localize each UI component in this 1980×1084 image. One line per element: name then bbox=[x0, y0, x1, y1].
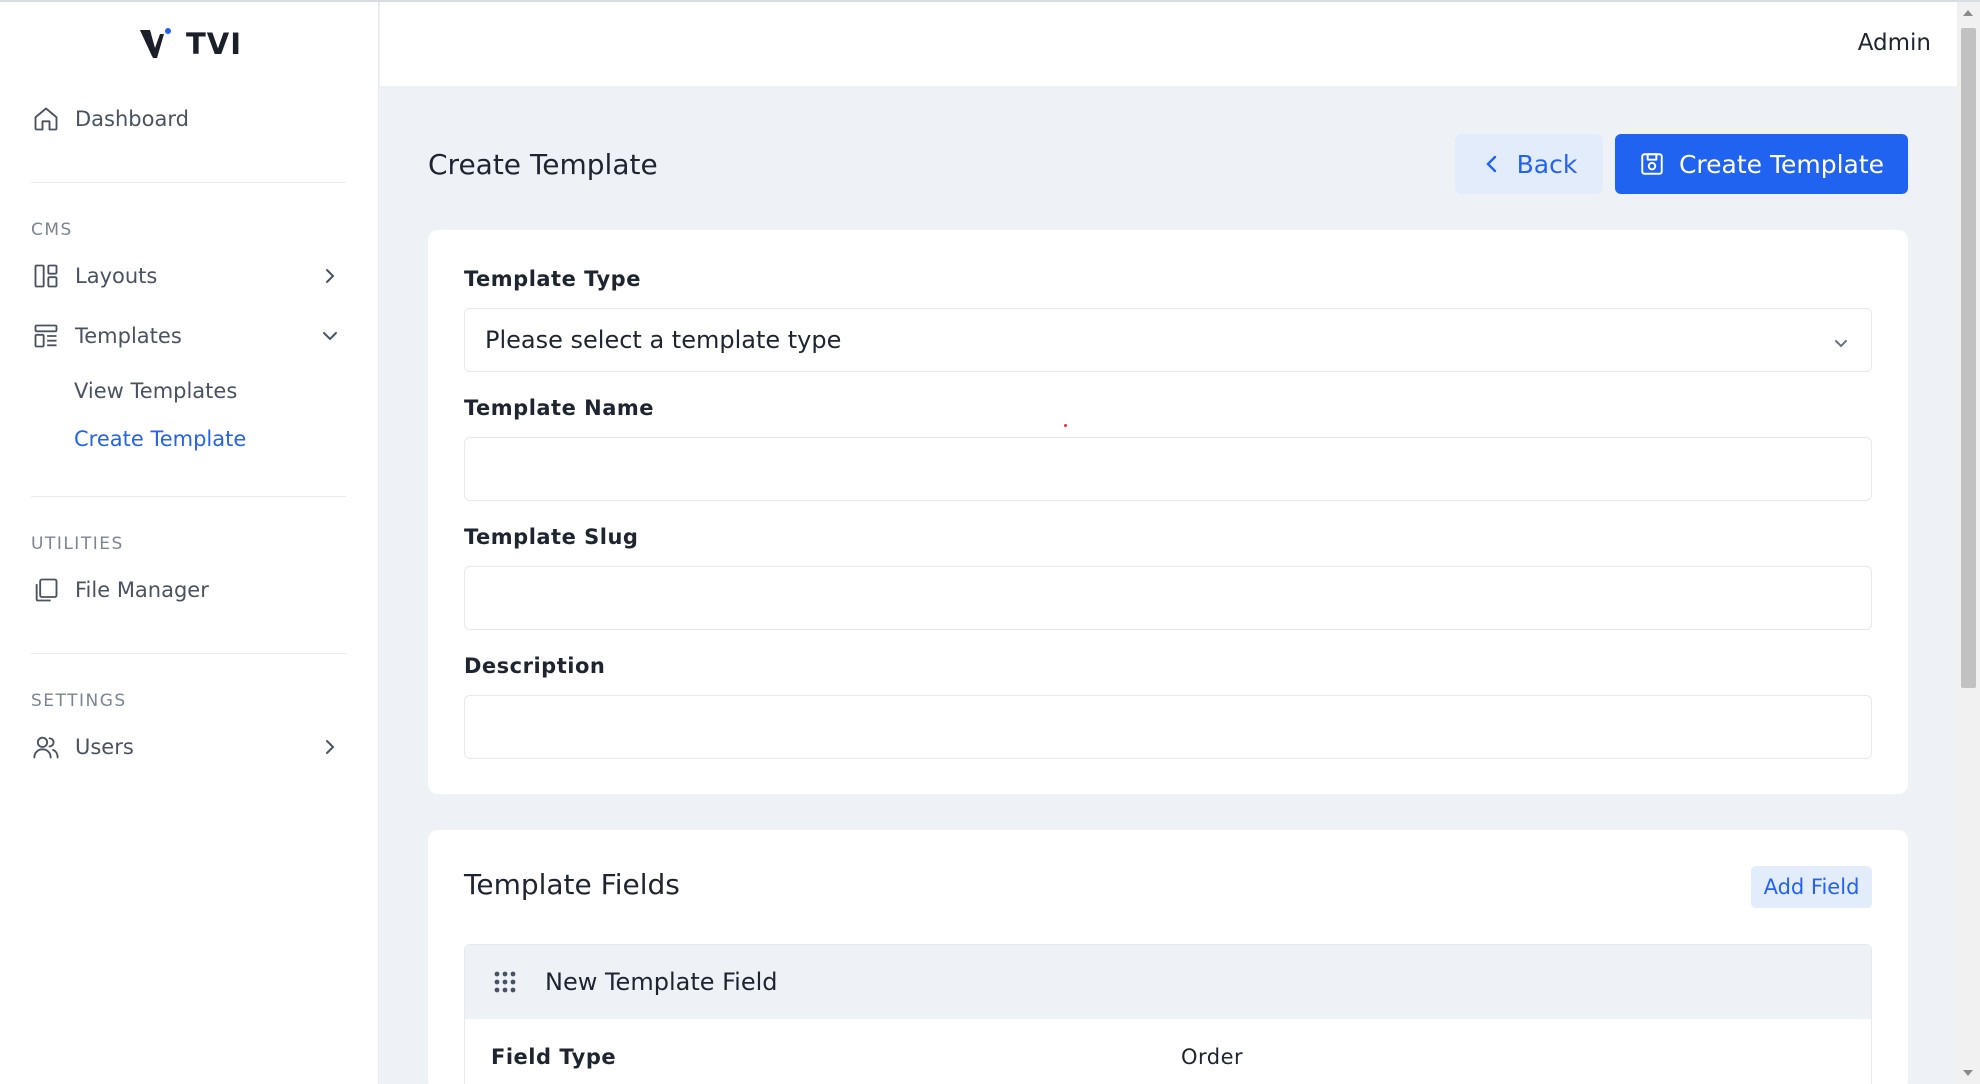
section-label-utilities: UTILITIES bbox=[31, 534, 124, 554]
back-button-label: Back bbox=[1516, 149, 1578, 179]
sidebar-item-layouts[interactable]: Layouts bbox=[31, 256, 346, 296]
sidebar-item-users[interactable]: Users bbox=[31, 727, 346, 767]
template-slug-field[interactable] bbox=[464, 566, 1872, 630]
template-field-panel: New Template Field Field Type Order bbox=[464, 944, 1872, 1084]
tvi-logo-icon bbox=[138, 26, 172, 62]
template-name-label: Template Name bbox=[464, 396, 655, 420]
save-icon bbox=[1639, 151, 1665, 177]
app-logo[interactable]: TVI bbox=[138, 26, 242, 62]
order-label: Order bbox=[1181, 1045, 1244, 1069]
template-field-panel-header[interactable]: New Template Field bbox=[465, 945, 1871, 1019]
template-slug-label: Template Slug bbox=[464, 525, 639, 549]
sidebar-item-label: Users bbox=[75, 735, 134, 759]
chevron-right-icon bbox=[320, 266, 340, 286]
sidebar-item-label: Layouts bbox=[75, 264, 158, 288]
home-icon bbox=[31, 104, 61, 134]
template-type-label: Template Type bbox=[464, 267, 641, 291]
create-template-button-label: Create Template bbox=[1678, 149, 1885, 179]
users-icon bbox=[31, 732, 61, 762]
scroll-down-arrow-icon[interactable] bbox=[1963, 1070, 1973, 1076]
sidebar-divider bbox=[31, 653, 346, 654]
files-icon bbox=[31, 575, 61, 605]
sidebar-item-label: Dashboard bbox=[75, 107, 189, 131]
description-input[interactable] bbox=[465, 696, 1871, 758]
user-menu[interactable]: Admin bbox=[1858, 30, 1931, 56]
cursor-dot bbox=[1064, 424, 1067, 427]
sidebar-divider bbox=[31, 182, 346, 183]
sidebar-divider bbox=[31, 496, 346, 497]
create-template-button[interactable]: Create Template bbox=[1615, 134, 1908, 194]
back-button[interactable]: Back bbox=[1455, 134, 1603, 194]
description-label: Description bbox=[464, 654, 606, 678]
sidebar-item-dashboard[interactable]: Dashboard bbox=[31, 99, 346, 139]
template-type-select[interactable]: Please select a template type bbox=[464, 308, 1872, 372]
field-type-label: Field Type bbox=[491, 1045, 617, 1069]
add-field-button[interactable]: Add Field bbox=[1751, 866, 1872, 908]
layout-icon bbox=[31, 261, 61, 291]
template-name-input[interactable] bbox=[465, 438, 1871, 500]
sidebar-item-label: Templates bbox=[75, 324, 182, 348]
template-name-field[interactable] bbox=[464, 437, 1872, 501]
section-label-settings: SETTINGS bbox=[31, 691, 127, 711]
scroll-thumb[interactable] bbox=[1961, 28, 1976, 688]
chevron-down-icon bbox=[320, 326, 340, 346]
description-field[interactable] bbox=[464, 695, 1872, 759]
chevron-down-icon bbox=[1831, 331, 1851, 351]
top-header: Admin bbox=[380, 2, 1957, 86]
template-fields-title: Template Fields bbox=[464, 868, 680, 901]
template-icon bbox=[31, 321, 61, 351]
sidebar-item-file-manager[interactable]: File Manager bbox=[31, 570, 346, 610]
page-scrollbar[interactable] bbox=[1957, 2, 1980, 1084]
template-form-card: Template Type Please select a template t… bbox=[428, 230, 1908, 794]
template-field-panel-title: New Template Field bbox=[545, 968, 778, 996]
sidebar-item-templates[interactable]: Templates bbox=[31, 316, 346, 356]
drag-handle-icon[interactable] bbox=[491, 968, 519, 996]
chevron-right-icon bbox=[320, 737, 340, 757]
sidebar-item-label: File Manager bbox=[75, 578, 209, 602]
page-title: Create Template bbox=[428, 148, 658, 181]
scroll-up-arrow-icon[interactable] bbox=[1963, 10, 1973, 16]
logo-text: TVI bbox=[186, 27, 243, 61]
sidebar-item-view-templates[interactable]: View Templates bbox=[74, 379, 237, 403]
sidebar-item-create-template[interactable]: Create Template bbox=[74, 427, 246, 451]
sidebar: TVI Dashboard CMS Layouts Templates View… bbox=[0, 2, 379, 1084]
template-fields-card: Template Fields Add Field New Template F… bbox=[428, 830, 1908, 1084]
chevron-left-icon bbox=[1481, 153, 1503, 175]
template-type-selected-value: Please select a template type bbox=[485, 326, 842, 354]
template-slug-input[interactable] bbox=[465, 567, 1871, 629]
section-label-cms: CMS bbox=[31, 220, 73, 240]
